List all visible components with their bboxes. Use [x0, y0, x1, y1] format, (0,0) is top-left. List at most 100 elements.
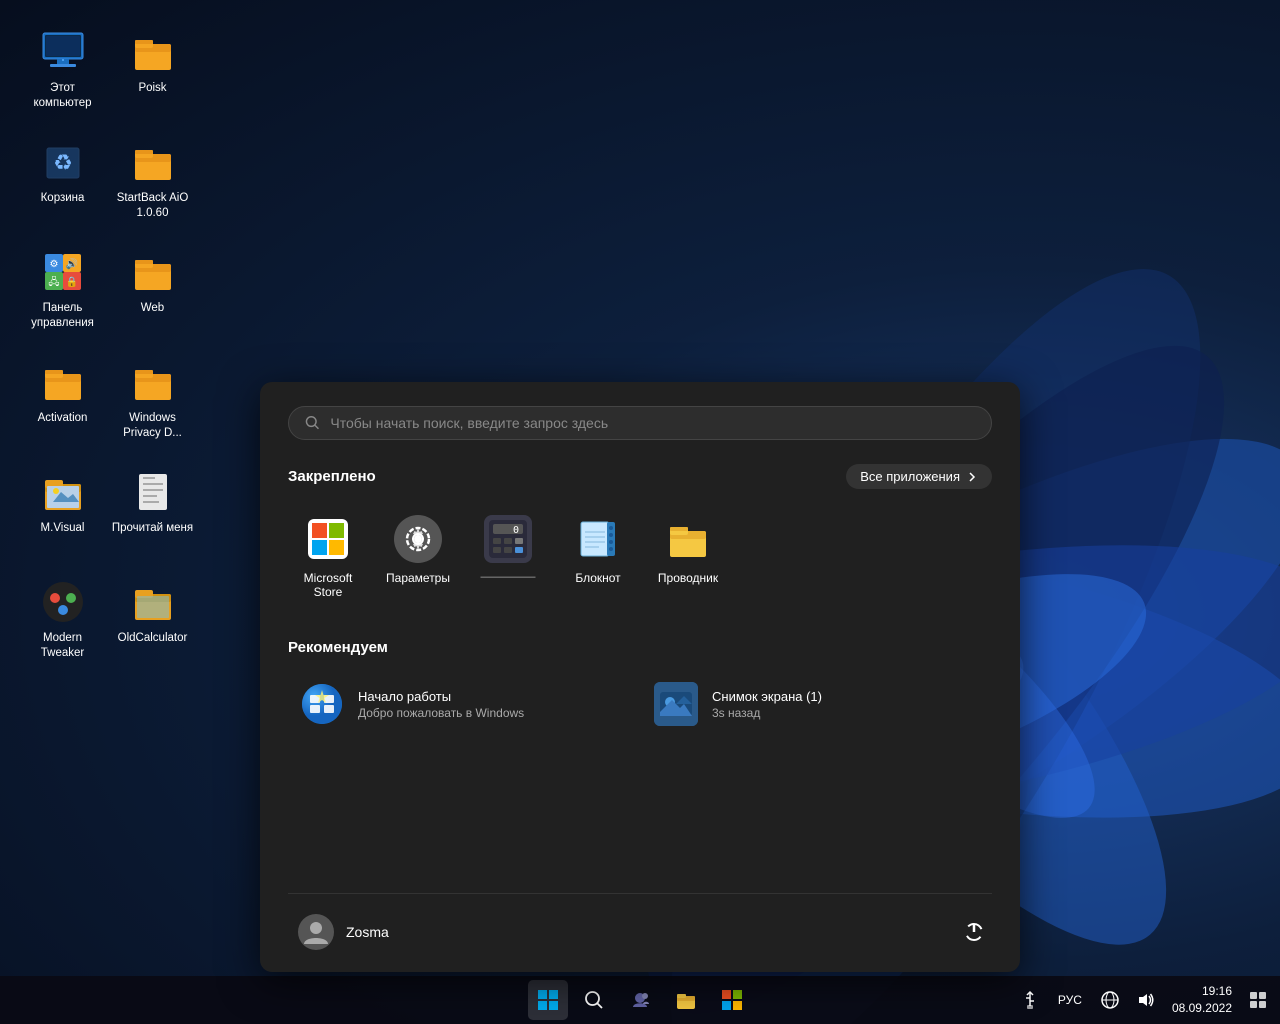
mvisual-icon	[39, 468, 87, 516]
notepad-label: Блокнот	[575, 571, 620, 585]
svg-text:♻: ♻	[53, 150, 73, 175]
recommended-section: Рекомендуем	[288, 639, 992, 736]
recommended-grid: Начало работы Добро пожаловать в Windows	[288, 672, 992, 736]
calculator-label: —————	[481, 571, 536, 583]
recommended-item-get-started[interactable]: Начало работы Добро пожаловать в Windows	[288, 672, 638, 736]
pinned-app-notepad[interactable]: Блокнот	[558, 505, 638, 609]
web-icon	[129, 248, 177, 296]
all-apps-label: Все приложения	[860, 469, 960, 484]
taskbar: РУС 19:16 08.09.	[0, 976, 1280, 1024]
recycle-icon: ♻	[39, 138, 87, 186]
screenshot-icon	[654, 682, 698, 726]
desktop-icon-readme[interactable]: Прочитай меня	[110, 460, 195, 570]
taskbar-store-icon	[721, 989, 743, 1011]
desktop-icon-modern-tweaker[interactable]: Modern Tweaker	[20, 570, 105, 680]
svg-text:🔊: 🔊	[65, 257, 77, 270]
pinned-section-header: Закреплено Все приложения	[288, 464, 992, 489]
pinned-app-settings[interactable]: Параметры	[378, 505, 458, 609]
pinned-app-ms-store[interactable]: Microsoft Store	[288, 505, 368, 609]
power-icon	[963, 921, 985, 943]
desktop-icon-recycle[interactable]: ♻ Корзина	[20, 130, 105, 240]
settings-icon	[394, 515, 442, 563]
desktop-icon-old-calculator[interactable]: OldCalculator	[110, 570, 195, 680]
poisk-label: Poisk	[138, 81, 166, 96]
modern-tweaker-icon	[39, 578, 87, 626]
pinned-title: Закреплено	[288, 468, 376, 485]
search-icon	[305, 415, 320, 431]
taskbar-store-button[interactable]	[712, 980, 752, 1020]
screenshot-title: Снимок экрана (1)	[712, 689, 822, 704]
taskbar-file-explorer-button[interactable]	[666, 980, 706, 1020]
windows-logo-icon	[537, 989, 559, 1011]
start-footer: Zosma	[288, 893, 992, 972]
startback-icon	[129, 138, 177, 186]
get-started-subtitle: Добро пожаловать в Windows	[358, 706, 524, 720]
readme-label: Прочитай меня	[112, 521, 193, 536]
desktop-icons-container: Этот компьютер Poisk ♻ Корзина	[20, 20, 200, 790]
pinned-apps-grid: Microsoft Store Параметры	[288, 505, 992, 609]
get-started-icon	[300, 682, 344, 726]
power-button[interactable]	[956, 914, 992, 950]
desktop-icon-mvisual[interactable]: M.Visual	[20, 460, 105, 570]
ms-store-label: Microsoft Store	[293, 571, 363, 599]
taskbar-folder-icon	[675, 989, 697, 1011]
usb-device-icon	[1022, 990, 1038, 1010]
user-avatar	[298, 914, 334, 950]
globe-icon	[1101, 991, 1119, 1009]
desktop-icon-activation[interactable]: Activation	[20, 350, 105, 460]
taskbar-search-icon	[584, 990, 604, 1010]
notification-button[interactable]	[1244, 980, 1272, 1020]
svg-text:⚙: ⚙	[49, 259, 58, 270]
clock-time: 19:16	[1202, 983, 1232, 1000]
clock-date: 08.09.2022	[1172, 1000, 1232, 1017]
windows-privacy-icon	[129, 358, 177, 406]
all-apps-button[interactable]: Все приложения	[846, 464, 992, 489]
control-panel-icon: ⚙ 🔊 🖧 🔒	[39, 248, 87, 296]
settings-label: Параметры	[386, 571, 450, 585]
windows-privacy-label: Windows Privacy D...	[110, 411, 195, 441]
user-profile[interactable]: Zosma	[288, 908, 399, 956]
old-calculator-icon	[129, 578, 177, 626]
taskbar-chat-icon	[629, 989, 651, 1011]
web-label: Web	[141, 301, 164, 316]
language-button[interactable]: РУС	[1052, 980, 1088, 1020]
taskbar-center	[528, 980, 752, 1020]
recommended-item-screenshot[interactable]: Снимок экрана (1) 3s назад	[642, 672, 992, 736]
this-pc-icon	[39, 28, 87, 76]
old-calculator-label: OldCalculator	[118, 631, 188, 646]
system-tray: РУС 19:16 08.09.	[1016, 980, 1272, 1020]
desktop-icon-control-panel[interactable]: ⚙ 🔊 🖧 🔒 Панель управления	[20, 240, 105, 350]
desktop-icon-windows-privacy[interactable]: Windows Privacy D...	[110, 350, 195, 460]
desktop-icon-this-pc[interactable]: Этот компьютер	[20, 20, 105, 130]
recycle-label: Корзина	[41, 191, 85, 206]
activation-icon	[39, 358, 87, 406]
desktop-icon-startback[interactable]: StartBack AiO 1.0.60	[110, 130, 195, 240]
usb-icon[interactable]	[1016, 980, 1044, 1020]
ms-store-icon	[304, 515, 352, 563]
taskbar-search-button[interactable]	[574, 980, 614, 1020]
poisk-icon	[129, 28, 177, 76]
network-button[interactable]	[1096, 980, 1124, 1020]
start-menu: Закреплено Все приложения	[260, 382, 1020, 972]
svg-text:🖧: 🖧	[48, 275, 59, 288]
search-bar[interactable]	[288, 406, 992, 440]
clock[interactable]: 19:16 08.09.2022	[1168, 983, 1236, 1017]
mvisual-label: M.Visual	[41, 521, 85, 536]
modern-tweaker-label: Modern Tweaker	[20, 631, 105, 661]
taskbar-chat-button[interactable]	[620, 980, 660, 1020]
pinned-app-calculator[interactable]: 0 —————	[468, 505, 548, 609]
search-input[interactable]	[330, 415, 975, 431]
desktop-icon-poisk[interactable]: Poisk	[110, 20, 195, 130]
get-started-title: Начало работы	[358, 689, 524, 704]
start-button[interactable]	[528, 980, 568, 1020]
pinned-app-explorer[interactable]: Проводник	[648, 505, 728, 609]
volume-icon	[1137, 991, 1155, 1009]
language-label: РУС	[1058, 993, 1082, 1007]
svg-text:🔒: 🔒	[65, 276, 77, 288]
readme-icon	[129, 468, 177, 516]
desktop-icon-web[interactable]: Web	[110, 240, 195, 350]
volume-button[interactable]	[1132, 980, 1160, 1020]
screenshot-subtitle: 3s назад	[712, 706, 822, 720]
recommended-title: Рекомендуем	[288, 639, 388, 656]
svg-text:0: 0	[513, 525, 519, 536]
